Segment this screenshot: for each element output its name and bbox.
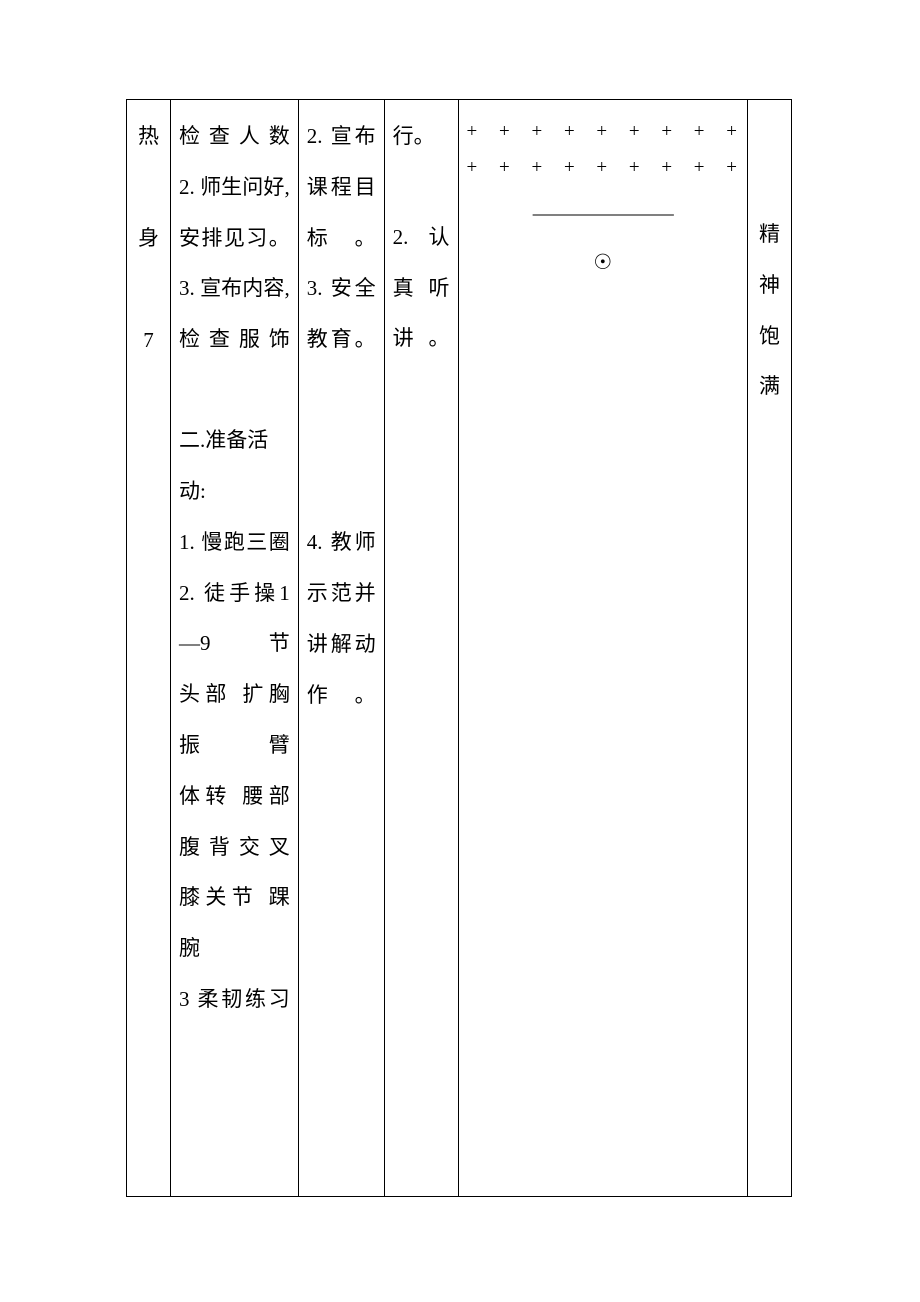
- teacher-block-2: 4. 教师示范并讲解动作。: [307, 517, 376, 720]
- req-char-4: 满: [754, 361, 785, 412]
- lesson-plan-table: 热 身 7 检查人数 2. 师生问好,安排见习。 3. 宣布内容,检查服饰 二.…: [126, 99, 792, 1197]
- content-block-2-items: 1. 慢跑三圈 2. 徒手操1—9 节 头部 扩胸 振臂 体转 腰部 腹背交叉 …: [179, 517, 290, 1025]
- teacher-column: 2. 宣布课程目标。 3. 安全教育。 4. 教师示范并讲解动作。: [299, 100, 385, 1197]
- req-char-1: 精: [754, 209, 785, 260]
- content-column: 检查人数 2. 师生问好,安排见习。 3. 宣布内容,检查服饰 二.准备活动: …: [171, 100, 299, 1197]
- content-block-1: 检查人数 2. 师生问好,安排见习。 3. 宣布内容,检查服饰: [179, 111, 290, 365]
- content-block-2-title: 二.准备活动:: [179, 415, 290, 517]
- formation-teacher-marker: ☉: [467, 237, 740, 287]
- phase-column: 热 身 7: [127, 100, 171, 1197]
- formation-students-row2: + + + + + + + + +: [467, 150, 740, 186]
- req-char-2: 神: [754, 260, 785, 311]
- teacher-block-1: 2. 宣布课程目标。 3. 安全教育。: [307, 111, 376, 365]
- phase-char-2: 身: [133, 213, 164, 264]
- requirement-column: 精 神 饱 满: [748, 100, 792, 1197]
- formation-line: ———————: [467, 189, 740, 237]
- student-column: 行。 2. 认真听讲。: [385, 100, 459, 1197]
- formation-column: + + + + + + + + + + + + + + + + + + ————…: [459, 100, 749, 1197]
- req-char-3: 饱: [754, 311, 785, 362]
- formation-students-row1: + + + + + + + + +: [467, 114, 740, 150]
- student-block-1: 行。: [393, 111, 450, 162]
- student-block-2: 2. 认真听讲。: [393, 212, 450, 364]
- phase-duration: 7: [133, 315, 164, 366]
- phase-char-1: 热: [133, 111, 164, 162]
